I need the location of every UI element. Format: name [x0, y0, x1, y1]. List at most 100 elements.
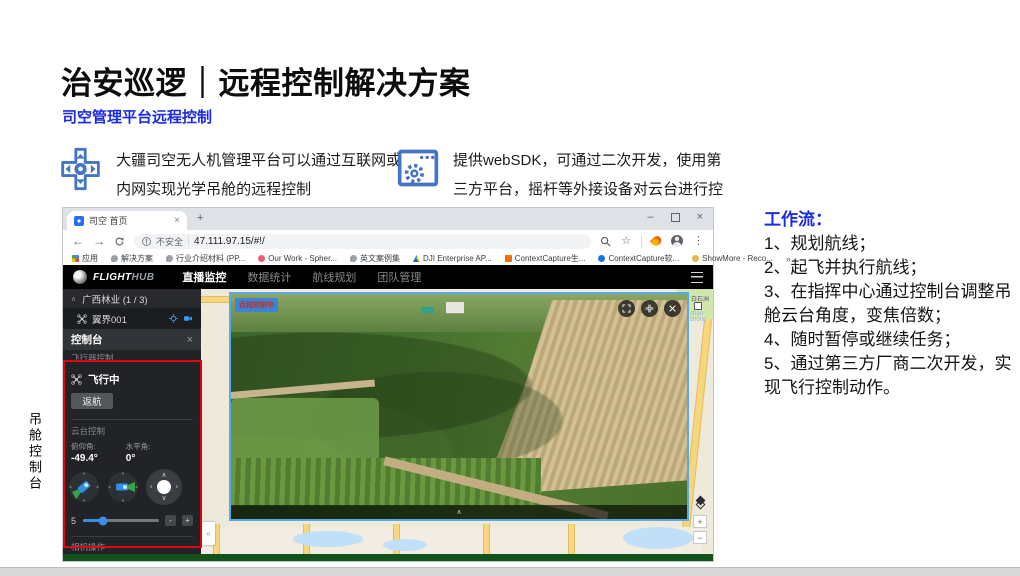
- camera-actions-row: 拍照: [63, 552, 201, 554]
- menu-kebab-icon[interactable]: ⋮: [693, 236, 704, 247]
- zoom-level-value: 5: [71, 516, 77, 526]
- bottom-green-strip: [63, 554, 713, 561]
- divider: [71, 536, 193, 537]
- hamburger-menu-icon[interactable]: [691, 272, 703, 283]
- minimize-button[interactable]: –: [647, 211, 653, 223]
- security-label: 不安全: [156, 235, 183, 248]
- gimbal-dpad[interactable]: ∧ ∨ ‹ ›: [146, 469, 182, 505]
- map-zoom-in-button[interactable]: +: [693, 515, 707, 528]
- video-bottom-bar[interactable]: ∧: [231, 505, 687, 519]
- dpad-left-icon[interactable]: ‹: [150, 484, 152, 491]
- bookmark-item[interactable]: 英文案例集: [350, 253, 400, 264]
- zoom-slider-row: 5 - +: [63, 505, 201, 526]
- bookmark-label: 英文案例集: [360, 253, 400, 264]
- bookmark-item[interactable]: ContextCapture软...: [598, 253, 679, 264]
- fullscreen-button[interactable]: [618, 300, 635, 317]
- map-water: [383, 539, 427, 551]
- window-close-button[interactable]: ×: [697, 211, 703, 223]
- dpad-icon: [58, 146, 103, 192]
- bookmark-favicon: [166, 255, 173, 262]
- apps-grid-icon: [72, 255, 79, 262]
- bookmark-item[interactable]: 解决方案: [111, 253, 153, 264]
- flighthub-navbar: FLIGHTHUB 直播监控 数据统计 航线规划 团队管理: [63, 265, 713, 289]
- window-controls: – ×: [647, 211, 703, 223]
- tab-title: 司空 首页: [89, 214, 169, 227]
- aircraft-section-label: 飞行器控制: [63, 353, 201, 363]
- slide-footer-bar: [0, 567, 1020, 576]
- nav-route-planning[interactable]: 航线规划: [312, 269, 356, 285]
- slider-thumb[interactable]: [98, 516, 107, 525]
- dpad-up-icon[interactable]: ∧: [161, 472, 166, 479]
- control-sidebar: ∧ 广西林业 (1 / 3) 翼界001: [63, 289, 201, 554]
- zoom-slider[interactable]: [83, 519, 159, 522]
- nav-data-stats[interactable]: 数据统计: [247, 269, 291, 285]
- tab-favicon-icon: [74, 216, 84, 226]
- device-group-row[interactable]: ∧ 广西林业 (1 / 3): [63, 289, 201, 308]
- locate-crosshair-icon[interactable]: [169, 314, 178, 323]
- browser-tab[interactable]: 司空 首页 ×: [67, 211, 187, 230]
- bookmark-item[interactable]: ContextCapture生...: [505, 253, 586, 264]
- nav-team-management[interactable]: 团队管理: [377, 269, 421, 285]
- extension-flame-icon[interactable]: [650, 234, 663, 247]
- yaw-value: 0°: [126, 453, 151, 464]
- dpad-center-button[interactable]: [157, 480, 171, 494]
- live-video-feed[interactable]: 远程控制中: [229, 292, 689, 521]
- workflow-step: 1、规划航线；: [764, 232, 1018, 256]
- dpad-down-icon[interactable]: ∨: [161, 495, 166, 502]
- url-field[interactable]: 不安全 47.111.97.15/#!/: [134, 234, 591, 249]
- video-grass-patch: [231, 398, 379, 462]
- return-home-button[interactable]: 返航: [71, 393, 113, 409]
- reload-icon[interactable]: [114, 236, 125, 247]
- search-icon[interactable]: [600, 236, 611, 247]
- bookmark-item-apps[interactable]: 应用: [72, 253, 98, 264]
- map-road-stub: [483, 524, 490, 554]
- flighthub-nav-items: 直播监控 数据统计 航线规划 团队管理: [182, 269, 421, 285]
- new-tab-button[interactable]: +: [197, 212, 203, 224]
- collapse-chevron-icon[interactable]: ∧: [71, 295, 76, 303]
- console-title: 控制台: [71, 332, 103, 347]
- pitch-value: -49.4°: [71, 453, 98, 464]
- bookmark-label: DJI Enterprise AP...: [423, 254, 492, 263]
- video-building: [446, 302, 464, 313]
- map-layers-control[interactable]: [695, 497, 707, 509]
- dpad-right-icon[interactable]: ›: [176, 484, 178, 491]
- forward-icon[interactable]: →: [93, 235, 105, 247]
- bookmarks-overflow-chevron[interactable]: »: [786, 254, 791, 264]
- gimbal-section-label: 云台控制: [63, 426, 201, 436]
- bookmark-favicon: [692, 255, 699, 262]
- nav-live-monitor[interactable]: 直播监控: [182, 269, 226, 285]
- tab-close-icon[interactable]: ×: [174, 215, 180, 226]
- pitch-gauge[interactable]: [68, 471, 100, 503]
- yaw-gauge[interactable]: [107, 471, 139, 503]
- maximize-button[interactable]: [671, 213, 680, 222]
- video-close-button[interactable]: [664, 300, 681, 317]
- video-camera-icon[interactable]: [183, 314, 193, 323]
- websdk-window-icon: [396, 146, 440, 190]
- info-icon[interactable]: [142, 237, 151, 246]
- sidebar-collapse-button[interactable]: «: [202, 522, 215, 545]
- zoom-minus-button[interactable]: -: [165, 515, 176, 526]
- bookmark-label: ShowMore - Reco...: [702, 254, 773, 263]
- expand-icon: [622, 304, 631, 313]
- bookmark-label: 行业介绍材料 (PP...: [176, 253, 245, 264]
- profile-avatar[interactable]: [671, 235, 683, 247]
- url-separator: [188, 236, 189, 246]
- flight-status-row: 飞行中: [63, 363, 201, 387]
- bookmark-item[interactable]: 行业介绍材料 (PP...: [166, 253, 245, 264]
- video-buttons: [618, 300, 681, 317]
- console-close-icon[interactable]: ×: [187, 334, 193, 346]
- chevron-up-icon[interactable]: ∧: [456, 508, 461, 516]
- bookmark-star-icon[interactable]: ☆: [621, 236, 631, 247]
- zoom-plus-button[interactable]: +: [182, 515, 193, 526]
- shrink-button[interactable]: [641, 300, 658, 317]
- device-row[interactable]: 翼界001: [63, 308, 201, 329]
- bookmark-favicon: [505, 255, 512, 262]
- browser-tab-strip: 司空 首页 × + – ×: [63, 208, 713, 230]
- bookmark-item[interactable]: Our Work - Spher...: [258, 254, 337, 263]
- url-text: 47.111.97.15/#!/: [194, 236, 265, 247]
- map-zoom-out-button[interactable]: −: [693, 531, 707, 544]
- back-icon[interactable]: ←: [72, 235, 84, 247]
- bookmark-label: Our Work - Spher...: [268, 254, 337, 263]
- bookmark-item[interactable]: DJI Enterprise AP...: [413, 254, 492, 263]
- bookmark-item[interactable]: ShowMore - Reco...: [692, 254, 773, 263]
